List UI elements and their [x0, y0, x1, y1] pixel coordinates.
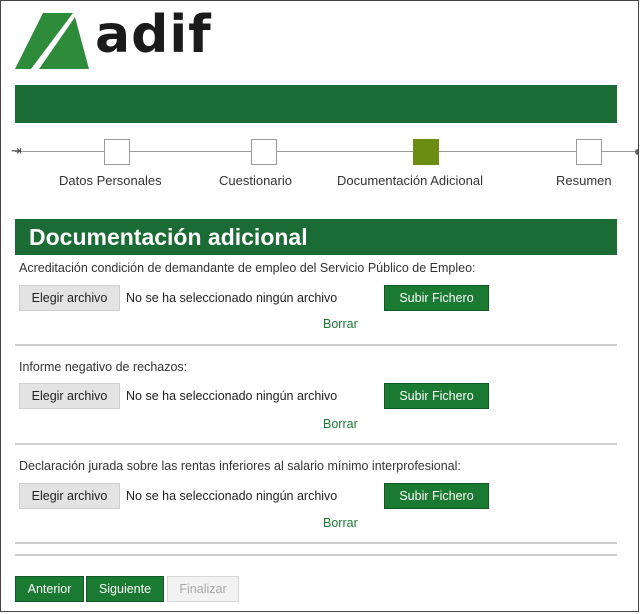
adif-logo-mark-icon: [15, 13, 89, 69]
delete-link[interactable]: Borrar: [323, 417, 358, 431]
progress-stepper: ⇥ Datos Personales Cuestionario Document…: [1, 129, 638, 195]
upload-file-button[interactable]: Subir Fichero: [384, 483, 489, 509]
choose-file-button[interactable]: Elegir archivo: [19, 285, 120, 311]
header-bar: [15, 85, 617, 123]
section-divider: [15, 542, 617, 544]
step-box-resumen[interactable]: [576, 139, 602, 165]
previous-button[interactable]: Anterior: [15, 576, 84, 602]
step-box-documentacion-adicional[interactable]: [413, 139, 439, 165]
document-label-demandante-empleo: Acreditación condición de demandante de …: [19, 261, 476, 275]
stepper-end-dot: [635, 149, 638, 155]
step-label-cuestionario[interactable]: Cuestionario: [219, 173, 292, 188]
step-box-datos-personales[interactable]: [104, 139, 130, 165]
choose-file-button[interactable]: Elegir archivo: [19, 383, 120, 409]
section-divider: [15, 443, 617, 445]
document-label-informe-rechazos: Informe negativo de rechazos:: [19, 360, 188, 374]
stepper-start-icon: ⇥: [11, 143, 22, 158]
file-status-text: No se ha seleccionado ningún archivo: [126, 489, 338, 503]
file-status-text: No se ha seleccionado ningún archivo: [126, 389, 338, 403]
logo-text: adif: [95, 5, 212, 65]
section-divider: [15, 344, 617, 346]
choose-file-button[interactable]: Elegir archivo: [19, 483, 120, 509]
adif-logo: adif: [13, 5, 273, 79]
step-box-cuestionario[interactable]: [251, 139, 277, 165]
step-label-datos-personales[interactable]: Datos Personales: [59, 173, 162, 188]
document-label-declaracion-jurada: Declaración jurada sobre las rentas infe…: [19, 459, 461, 473]
step-label-resumen[interactable]: Resumen: [556, 173, 612, 188]
upload-file-button[interactable]: Subir Fichero: [384, 383, 489, 409]
step-label-documentacion-adicional[interactable]: Documentación Adicional: [337, 173, 483, 188]
delete-link[interactable]: Borrar: [323, 317, 358, 331]
page-frame: adif ⇥ Datos Personales Cuestionario Doc…: [0, 0, 639, 612]
next-button[interactable]: Siguiente: [86, 576, 164, 602]
delete-link[interactable]: Borrar: [323, 516, 358, 530]
upload-file-button[interactable]: Subir Fichero: [384, 285, 489, 311]
file-status-text: No se ha seleccionado ningún archivo: [126, 291, 338, 305]
finish-button: Finalizar: [167, 576, 239, 602]
section-divider: [15, 554, 617, 556]
section-title: Documentación adicional: [15, 219, 617, 255]
